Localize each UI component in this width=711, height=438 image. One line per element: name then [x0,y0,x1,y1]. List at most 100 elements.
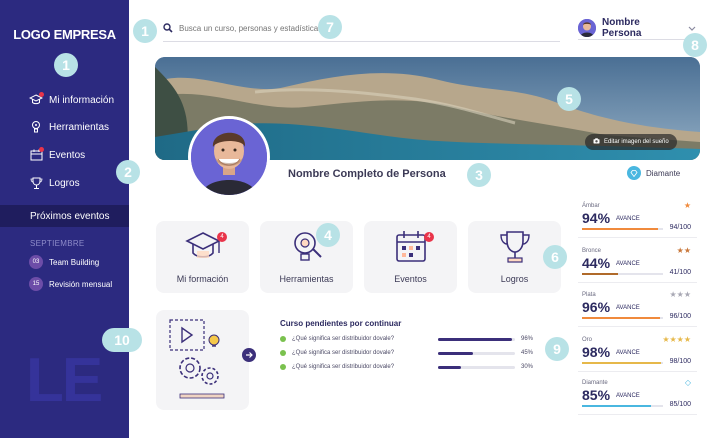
event-name: Revisión mensual [49,279,113,289]
level-plata[interactable]: Plata ★★★ 96% AVANCE 96/100 [578,290,697,327]
level-percent: 44% [582,255,611,271]
level-progress-bar [582,273,663,275]
course-progress-fill [438,351,473,355]
level-percent: 85% [582,387,611,403]
level-diamante[interactable]: Diamante ◇ 85% AVANCE 85/100 [578,378,697,415]
sidebar-item-mi-informacion[interactable]: Mi información [29,92,114,108]
level-name: Bronce [582,248,602,254]
company-logo: LOGO EMPRESA [13,27,116,42]
annotation-marker: 9 [545,337,569,361]
event-day: 15 [29,277,43,291]
level-name: Diamante [582,380,608,386]
card-badge: 4 [424,232,434,242]
card-label: Herramientas [279,274,334,284]
search-bar[interactable] [163,16,560,42]
course-question: ¿Qué significa ser distribuidor dovale? [292,350,395,356]
edit-banner-label: Editar imagen del sueño [604,139,669,145]
level-avance-label: AVANCE [616,305,640,311]
level-bronce[interactable]: Bronce ★★ 44% AVANCE 41/100 [578,246,697,283]
event-item[interactable]: 15 Revisión mensual [29,277,112,291]
profile-photo[interactable] [188,116,270,198]
course-question: ¿Qué significa ser distribuidor dovale? [292,336,395,342]
calendar-icon [364,229,457,265]
rank-label: Diamante [646,168,681,178]
pending-courses-title: Curso pendientes por continuar [280,319,402,328]
calendar-icon [29,147,44,162]
app: LOGO EMPRESA Mi información Herramientas… [0,0,711,438]
level-ambar[interactable]: Ámbar ★ 94% AVANCE 94/100 [578,201,697,238]
level-name: Plata [582,292,596,298]
check-icon [280,364,286,370]
pending-course-row[interactable]: ¿Qué significa ser distribuidor dovale? … [280,348,538,358]
person-portrait [191,119,267,195]
level-progress-bar [582,405,663,407]
user-menu[interactable]: Nombre Persona [578,16,696,40]
diamond-icon: ◇ [684,378,691,387]
rank-badge: Diamante [627,166,680,180]
level-score: 94/100 [669,224,691,231]
events-month: SEPTIEMBRE [30,239,85,248]
pending-courses-illustration [156,310,249,410]
level-score: 96/100 [669,313,691,320]
tools-icon [29,120,43,134]
annotation-marker: 1 [54,53,78,77]
level-progress-bar [582,362,663,364]
trophy-icon [29,176,43,190]
star-icon: ★ [683,201,691,210]
course-question: ¿Qué significa ser distribuidor dovale? [292,364,395,370]
continue-arrow-button[interactable] [242,348,256,362]
sidebar-item-label: Mi información [49,94,115,106]
graduation-cap-icon [156,229,249,265]
upcoming-events-title[interactable]: Próximos eventos [0,205,129,227]
notification-dot [39,92,44,97]
user-name: Nombre Persona [602,16,642,39]
annotation-marker: 4 [316,223,340,247]
sidebar-item-eventos[interactable]: Eventos [29,147,85,163]
level-progress-fill [582,273,618,275]
pending-course-row[interactable]: ¿Qué significa ser distribuidor dovale? … [280,362,538,372]
search-icon [163,20,173,38]
gears-video-icon [169,319,225,399]
course-percent: 96% [521,336,534,342]
annotation-marker: 5 [557,87,581,111]
level-progress-fill [582,362,662,364]
pending-course-row[interactable]: ¿Qué significa ser distribuidor dovale? … [280,334,538,344]
annotation-marker: 2 [116,160,140,184]
card-mi-formacion[interactable]: 4 Mi formación [156,221,249,293]
event-item[interactable]: 03 Team Building [29,255,99,269]
level-score: 41/100 [669,269,691,276]
card-badge: 4 [217,232,227,242]
card-eventos[interactable]: 4 Eventos [364,221,457,293]
level-percent: 94% [582,210,611,226]
annotation-marker: 8 [683,33,707,57]
level-percent: 96% [582,299,611,315]
camera-icon [593,138,600,146]
course-progress-bar [438,365,515,369]
annotation-marker: 1 [133,19,157,43]
course-percent: 45% [521,350,534,356]
logo-watermark: LE [26,346,103,415]
annotation-marker: 10 [102,328,142,352]
level-oro[interactable]: Oro ★★★★ 98% AVANCE 98/100 [578,335,697,372]
event-name: Team Building [49,257,100,267]
graduation-cap-icon [29,92,44,107]
level-progress-fill [582,317,660,319]
sidebar-item-herramientas[interactable]: Herramientas [29,119,109,135]
annotation-marker: 6 [543,245,567,269]
level-score: 98/100 [669,358,691,365]
card-label: Eventos [394,274,427,284]
sidebar-item-logros[interactable]: Logros [29,175,80,191]
edit-banner-button[interactable]: Editar imagen del sueño [585,134,677,150]
level-avance-label: AVANCE [616,261,640,267]
level-progress-fill [582,228,659,230]
sidebar-item-label: Logros [49,177,80,189]
level-progress-fill [582,405,651,407]
level-avance-label: AVANCE [616,216,640,222]
check-icon [280,336,286,342]
annotation-marker: 3 [467,163,491,187]
course-progress-bar [438,337,515,341]
star-icon: ★★★★ [662,335,691,344]
sidebar-item-label: Herramientas [49,121,110,133]
event-day: 03 [29,255,43,269]
card-label: Logros [500,274,529,284]
